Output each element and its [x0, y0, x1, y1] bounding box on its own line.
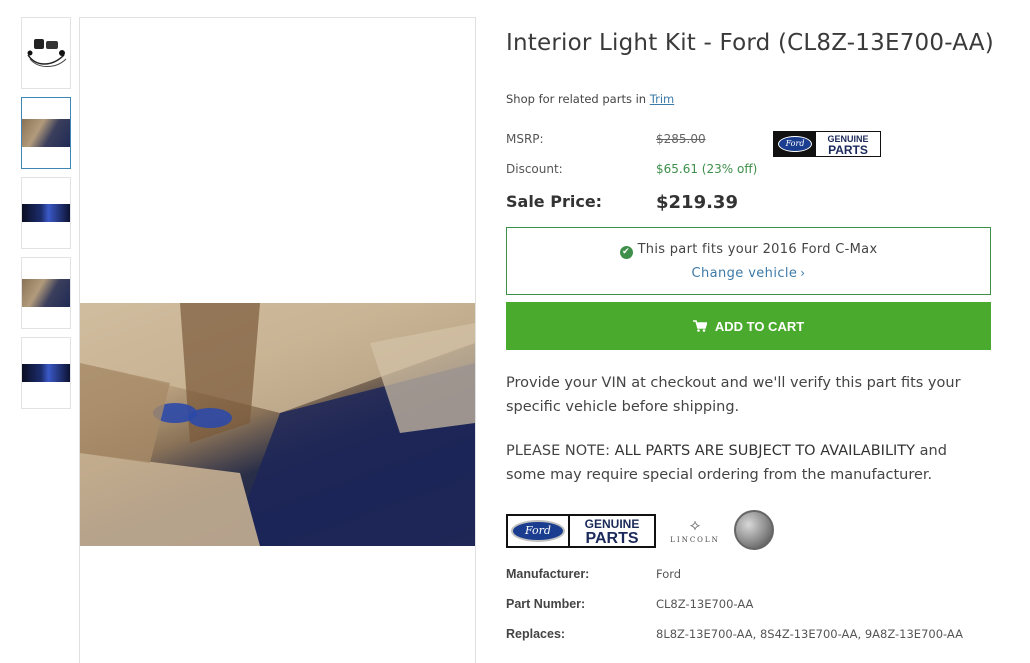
thumbnail-interior-night[interactable] [21, 177, 71, 249]
product-title: Interior Light Kit - Ford (CL8Z-13E700-A… [506, 30, 994, 56]
genuine-parts-badge: Ford GENUINE PARTS [773, 131, 881, 157]
thumbnail-list [21, 17, 71, 417]
spec-value: Ford [656, 567, 682, 581]
sale-price-value: $219.39 [656, 192, 738, 213]
genuine-parts-text: GENUINE PARTS [827, 134, 869, 157]
check-circle-icon: ✔ [619, 246, 633, 259]
thumbnail-image [22, 119, 70, 147]
related-parts-label: Shop for related parts in [506, 92, 647, 106]
spec-value: CL8Z-13E700-AA [656, 597, 754, 611]
sale-price-label: Sale Price: [506, 192, 603, 211]
change-vehicle-link[interactable]: Change vehicle › [507, 266, 990, 281]
thumbnail-interior-day[interactable] [21, 97, 71, 169]
mercury-logo-icon [734, 510, 774, 550]
ford-logo-icon: Ford [508, 516, 570, 546]
product-photo [80, 303, 475, 546]
spec-label: Manufacturer: [506, 567, 590, 581]
spec-value: 8L8Z-13E700-AA, 8S4Z-13E700-AA, 9A8Z-13E… [656, 627, 963, 641]
ford-genuine-parts-logo: Ford GENUINE PARTS [506, 514, 656, 548]
main-product-image[interactable] [79, 17, 476, 663]
cart-icon [692, 320, 707, 332]
thumbnail-interior-night-2[interactable] [21, 337, 71, 409]
related-parts: Shop for related parts in Trim [506, 92, 674, 106]
thumbnail-image [22, 204, 70, 222]
thumbnail-image [22, 364, 70, 382]
fitment-message: ✔ This part fits your 2016 Ford C-Max [507, 242, 990, 259]
fitment-box: ✔ This part fits your 2016 Ford C-Max Cha… [506, 227, 991, 295]
spec-label: Part Number: [506, 597, 586, 611]
thumbnail-light-kit[interactable] [21, 17, 71, 89]
chevron-right-icon: › [800, 266, 806, 280]
discount-value: $65.61 (23% off) [656, 162, 758, 176]
thumbnail-image [22, 279, 70, 307]
lincoln-logo: ⟡ LINCOLN [668, 514, 722, 552]
spec-label: Replaces: [506, 627, 566, 641]
msrp-label: MSRP: [506, 132, 544, 146]
lincoln-star-icon: ⟡ [689, 515, 701, 534]
thumbnail-image [22, 33, 70, 73]
brand-logos: Ford GENUINE PARTS ⟡ LINCOLN [506, 510, 786, 552]
related-parts-link[interactable]: Trim [650, 92, 674, 106]
ford-logo-icon: Ford [774, 132, 816, 156]
discount-label: Discount: [506, 162, 563, 176]
thumbnail-interior-day-2[interactable] [21, 257, 71, 329]
add-to-cart-button[interactable]: ADD TO CART [506, 302, 991, 350]
availability-note: PLEASE NOTE: ALL PARTS ARE SUBJECT TO AV… [506, 443, 947, 483]
vin-note: Provide your VIN at checkout and we'll v… [506, 375, 961, 415]
msrp-value: $285.00 [656, 132, 706, 146]
